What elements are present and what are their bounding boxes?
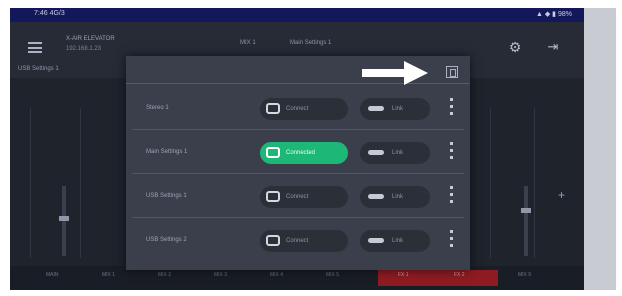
list-item: USB Settings 1 Connect Link [132,178,464,218]
link-button[interactable]: Link [360,142,430,164]
tab-mix-2[interactable]: MIX 2 [158,272,171,278]
kebab-icon[interactable] [448,98,454,120]
tab-mix-1[interactable]: MIX 1 [102,272,115,278]
row-name: Main Settings 1 [146,149,188,155]
tablet-icon [266,191,280,202]
link-label: Link [392,238,404,244]
list-item: Stereo 1 Connect Link [132,90,464,130]
fader-track[interactable] [524,186,528,256]
tab-fx-1[interactable]: FX 1 [398,272,409,278]
row-name: Stereo 1 [146,105,169,111]
connect-label: Connect [286,194,309,200]
fader-knob[interactable] [59,216,69,221]
tablet-icon [266,235,280,246]
link-icon [368,194,384,199]
row-name: USB Settings 1 [146,193,187,199]
connect-button[interactable]: Connected [260,142,348,164]
tablet-icon [266,147,280,158]
close-icon[interactable] [446,66,458,78]
status-indicators: ▲ ◆ ▮ 98% [535,11,572,18]
link-button[interactable]: Link [360,98,430,120]
link-icon [368,150,384,155]
device-name: X-AIR ELEVATOR [66,36,115,42]
connect-label: Connected [286,150,316,156]
sub-label: USB Settings 1 [18,66,59,72]
kebab-icon[interactable] [448,142,454,164]
menu-icon[interactable] [28,42,42,53]
kebab-icon[interactable] [448,186,454,208]
status-time: 7:46 4G/3 [34,10,65,17]
fader-track[interactable] [62,186,66,256]
link-button[interactable]: Link [360,186,430,208]
plus-icon[interactable]: + [558,188,565,202]
link-label: Link [392,106,404,112]
app-screen: 7:46 4G/3 ▲ ◆ ▮ 98% X-AIR ELEVATOR 192.1… [10,8,584,290]
link-label: Link [392,194,404,200]
gear-icon[interactable]: ⚙ [508,40,522,54]
kebab-icon[interactable] [448,230,454,252]
list-item: USB Settings 2 Connect Link [132,222,464,262]
exit-icon[interactable]: ⇥ [546,40,560,54]
connect-button[interactable]: Connect [260,98,348,120]
arrow-icon [362,61,428,85]
connect-button[interactable]: Connect [260,186,348,208]
tablet-icon [266,103,280,114]
connect-button[interactable]: Connect [260,230,348,252]
link-icon [368,106,384,111]
tab-mix-9[interactable]: MIX 9 [518,272,531,278]
link-label: Link [392,150,404,156]
list-item: Main Settings 1 Connected Link [132,134,464,174]
link-icon [368,238,384,243]
status-bar: 7:46 4G/3 ▲ ◆ ▮ 98% [10,8,584,22]
row-name: USB Settings 2 [146,237,187,243]
connection-dialog: Stereo 1 Connect Link Main Settings 1 Co… [126,56,470,270]
connect-label: Connect [286,238,309,244]
mix-label: MIX 1 [240,40,256,46]
link-button[interactable]: Link [360,230,430,252]
device-ip: 192.168.1.23 [66,46,102,52]
mix-selector[interactable]: Main Settings 1 [290,40,331,46]
tab-fx-2[interactable]: FX 2 [454,272,465,278]
record-indicator[interactable] [378,270,498,286]
tab-main[interactable]: MAIN [46,272,59,278]
fader-knob[interactable] [521,208,531,213]
channel-strip [534,108,574,258]
tab-mix-5[interactable]: MIX 5 [326,272,339,278]
tab-mix-3[interactable]: MIX 3 [214,272,227,278]
right-gutter [584,8,616,290]
tab-mix-4[interactable]: MIX 4 [270,272,283,278]
channel-strip [80,108,120,258]
connect-label: Connect [286,106,309,112]
